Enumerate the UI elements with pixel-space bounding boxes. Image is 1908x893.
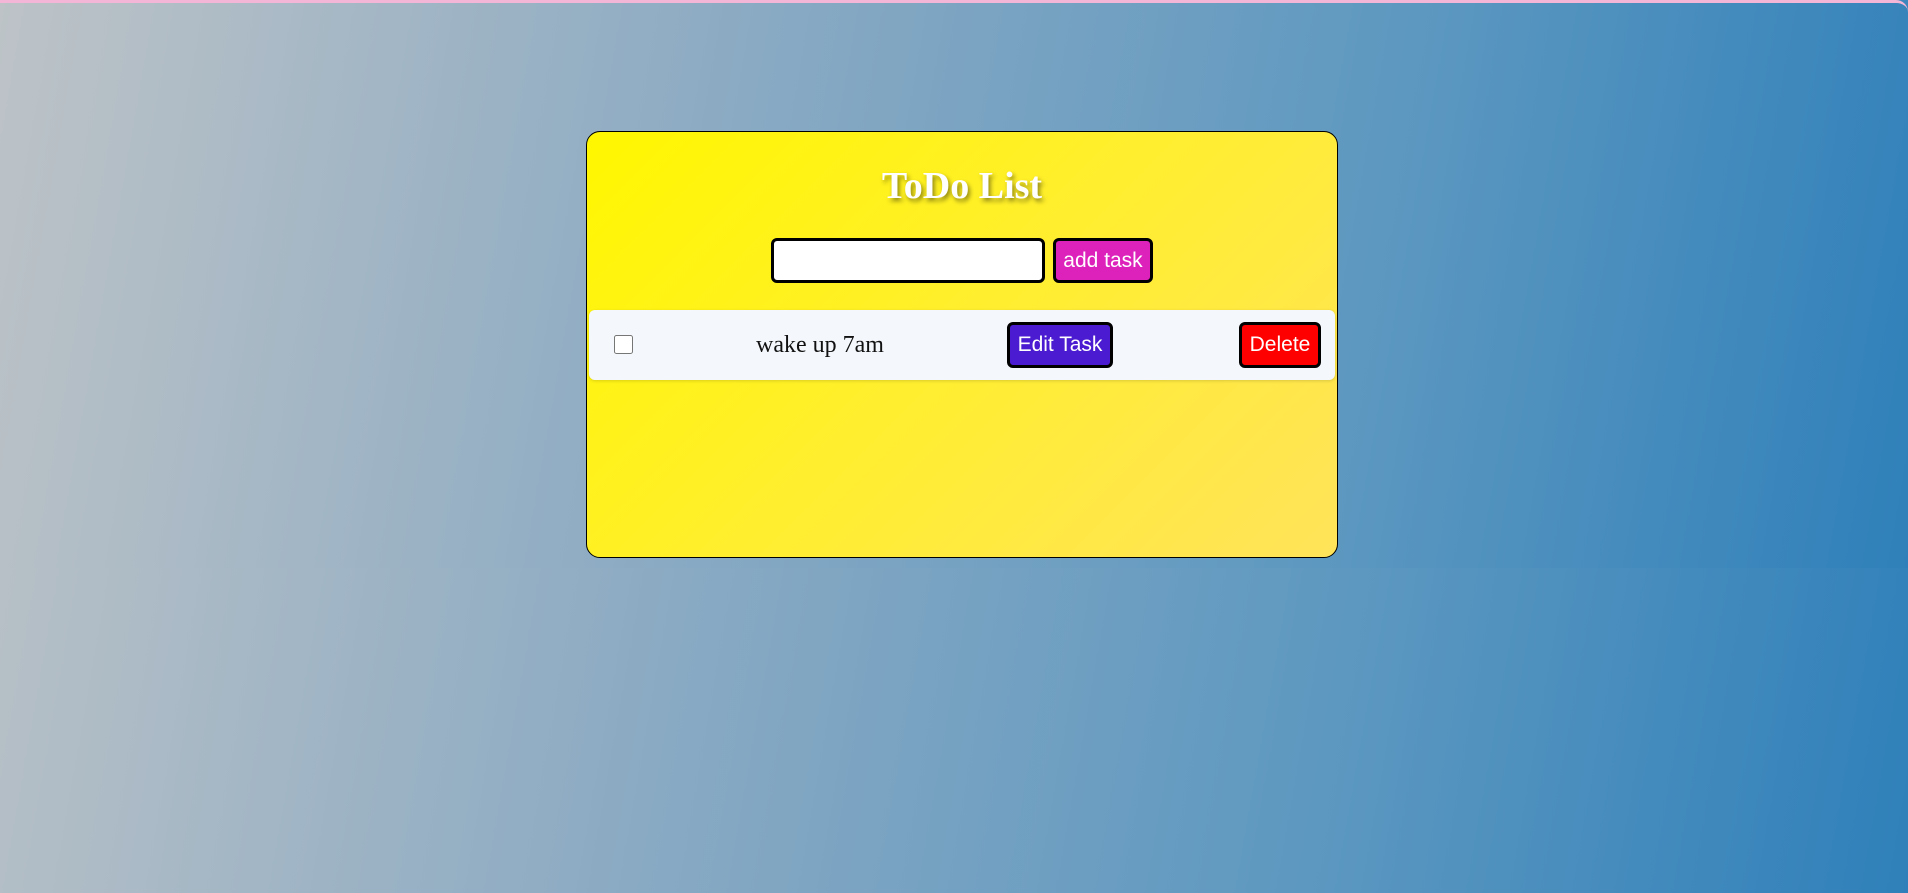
edit-task-button[interactable]: Edit Task: [1007, 322, 1113, 368]
page: { "app": { "title": "ToDo List" }, "new_…: [0, 0, 1908, 893]
page-title: ToDo List: [881, 165, 1043, 207]
task-checkbox[interactable]: [614, 335, 633, 354]
viewport-pane: ToDo List add task wake up 7am Edit Task…: [0, 0, 1908, 568]
todo-card: ToDo List add task wake up 7am Edit Task…: [586, 131, 1338, 558]
task-text: wake up 7am: [756, 332, 884, 358]
delete-task-button[interactable]: Delete: [1239, 322, 1321, 368]
new-task-input[interactable]: [771, 238, 1045, 283]
task-item: wake up 7am Edit Task Delete: [589, 310, 1335, 380]
add-task-button[interactable]: add task: [1053, 238, 1153, 283]
